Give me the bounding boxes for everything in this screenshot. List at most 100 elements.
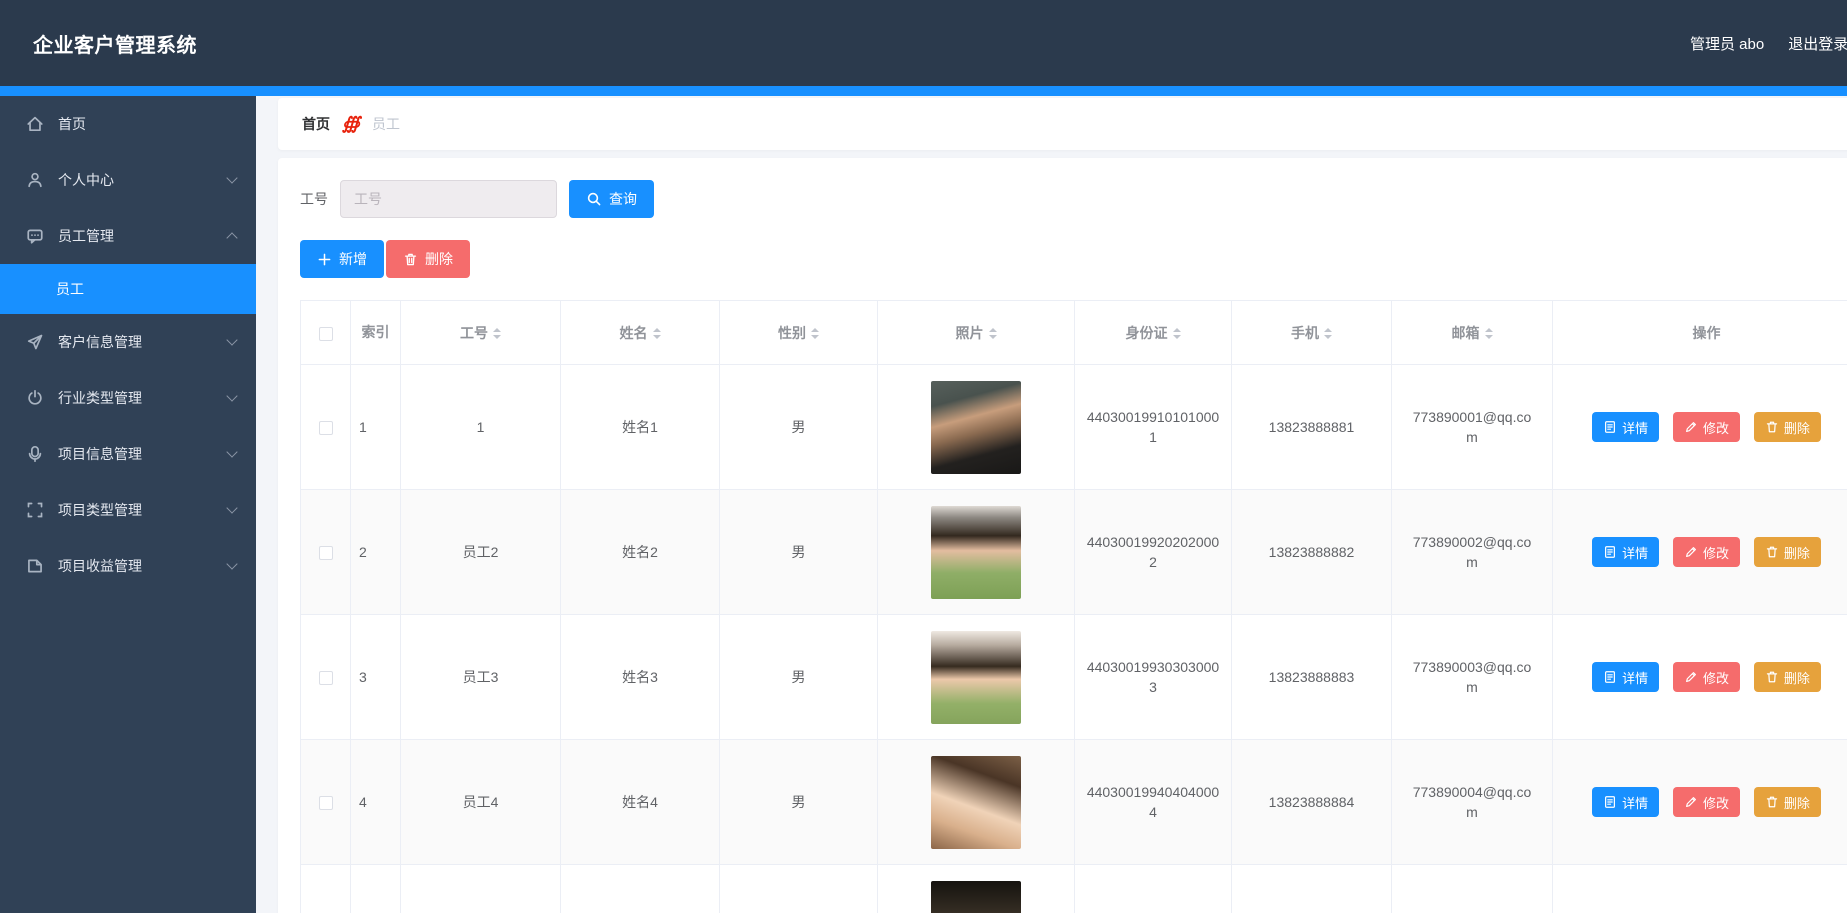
edit-button[interactable]: 修改: [1672, 412, 1740, 442]
row-checkbox[interactable]: [318, 546, 333, 561]
sort-icon[interactable]: [988, 328, 997, 340]
user-icon: [26, 171, 44, 189]
col-header-actions: 操作: [1552, 300, 1847, 365]
sort-icon[interactable]: [1172, 328, 1181, 340]
detail-button[interactable]: 详情: [1592, 537, 1660, 567]
sidebar-subitem-label: 员工: [56, 281, 84, 297]
sidebar-item-project-income[interactable]: 项目收益管理: [0, 538, 256, 594]
sidebar-item-label: 项目类型管理: [58, 502, 142, 518]
cell-empno: 员工4: [400, 739, 561, 865]
col-header-photo[interactable]: 照片: [877, 300, 1075, 365]
detail-button[interactable]: 详情: [1592, 412, 1660, 442]
breadcrumb-home[interactable]: 首页: [302, 114, 330, 134]
cell-gender: 男: [719, 739, 878, 865]
cell-idcard: 440300199404040004: [1074, 739, 1232, 865]
col-header-idcard[interactable]: 身份证: [1074, 300, 1232, 365]
chevron-down-icon: [226, 334, 238, 346]
col-header-empno[interactable]: 工号: [400, 300, 561, 365]
home-icon: [26, 115, 44, 133]
sort-icon[interactable]: [1324, 328, 1332, 340]
current-user[interactable]: 管理员 abo: [1690, 33, 1764, 54]
sidebar-item-label: 项目收益管理: [58, 558, 142, 574]
cell-photo: [877, 864, 1075, 913]
detail-button[interactable]: 详情: [1592, 787, 1660, 817]
tag-icon: [26, 557, 44, 575]
cell-gender: 男: [719, 489, 878, 615]
main-content: 首页 ∰ 员工 工号 查询: [256, 96, 1847, 913]
cell-index: 1: [350, 364, 401, 490]
cell-actions: [1552, 864, 1847, 913]
sidebar-item-project-info[interactable]: 项目信息管理: [0, 426, 256, 482]
sidebar-item-profile[interactable]: 个人中心: [0, 152, 256, 208]
edit-button[interactable]: 修改: [1672, 787, 1740, 817]
select-all-checkbox[interactable]: [318, 326, 333, 341]
add-button[interactable]: 新增: [300, 240, 384, 278]
cell-actions: 详情 修改 删除: [1552, 739, 1847, 865]
table-row: 2 员工2 姓名2 男 440300199202020002 138238888…: [300, 489, 1847, 615]
sidebar-item-customer-info[interactable]: 客户信息管理: [0, 314, 256, 370]
sidebar-item-home[interactable]: 首页: [0, 96, 256, 152]
sort-icon[interactable]: [652, 328, 661, 340]
logout-link[interactable]: 退出登录: [1788, 33, 1847, 54]
col-header-phone[interactable]: 手机: [1231, 300, 1392, 365]
chevron-down-icon: [226, 172, 238, 184]
edit-button[interactable]: 修改: [1672, 662, 1740, 692]
sort-icon[interactable]: [1484, 328, 1493, 340]
row-delete-button[interactable]: 删除: [1753, 412, 1821, 442]
chat-icon: [26, 227, 44, 245]
table-row: 3 员工3 姓名3 男 440300199303030003 138238888…: [300, 614, 1847, 740]
search-bar: 工号 查询: [300, 180, 1847, 218]
chevron-down-icon: [226, 558, 238, 570]
bulk-delete-button[interactable]: 删除: [386, 240, 470, 278]
empno-input[interactable]: [340, 180, 557, 218]
mic-icon: [26, 445, 44, 463]
col-header-email[interactable]: 邮箱: [1391, 300, 1553, 365]
detail-button[interactable]: 详情: [1592, 662, 1660, 692]
sidebar-item-project-type[interactable]: 项目类型管理: [0, 482, 256, 538]
cell-email: 773890003@qq.com: [1391, 614, 1553, 740]
cell-name: 姓名2: [560, 489, 720, 615]
cell-gender: 男: [719, 364, 878, 490]
sidebar-item-employee-mgmt[interactable]: 员工管理: [0, 208, 256, 264]
employee-photo: [931, 755, 1021, 849]
cell-photo: [877, 739, 1075, 865]
edit-button[interactable]: 修改: [1672, 537, 1740, 567]
sidebar-item-industry-type[interactable]: 行业类型管理: [0, 370, 256, 426]
table-row: 1 1 姓名1 男 440300199101010001 13823888881…: [300, 364, 1847, 490]
send-icon: [26, 333, 44, 351]
cell-idcard: 440300199303030003: [1074, 614, 1232, 740]
cell-photo: [877, 614, 1075, 740]
accent-bar: [0, 86, 1847, 96]
cell-name: 姓名1: [560, 364, 720, 490]
sidebar-item-label: 行业类型管理: [58, 390, 142, 406]
cell-index: 3: [350, 614, 401, 740]
row-delete-button[interactable]: 删除: [1753, 537, 1821, 567]
row-checkbox[interactable]: [318, 671, 333, 686]
col-header-gender[interactable]: 性别: [719, 300, 878, 365]
table-row: [300, 864, 1847, 913]
cell-empno: 员工3: [400, 614, 561, 740]
cell-empno: 1: [400, 364, 561, 490]
cell-name: [560, 864, 720, 913]
sidebar-subitem-employee[interactable]: 员工: [0, 264, 256, 314]
col-header-name[interactable]: 姓名: [560, 300, 720, 365]
chevron-down-icon: [226, 390, 238, 402]
sort-icon[interactable]: [493, 328, 501, 340]
table-toolbar: 新增 删除: [300, 240, 1847, 278]
empno-label: 工号: [300, 191, 328, 207]
cell-empno: [400, 864, 561, 913]
cell-phone: 13823888883: [1231, 614, 1392, 740]
cell-actions: 详情 修改 删除: [1552, 489, 1847, 615]
cell-phone: 13823888884: [1231, 739, 1392, 865]
sort-icon[interactable]: [811, 328, 819, 340]
row-checkbox[interactable]: [318, 421, 333, 436]
query-button[interactable]: 查询: [569, 180, 654, 218]
cell-empno: 员工2: [400, 489, 561, 615]
breadcrumb-separator-icon: ∰: [342, 114, 360, 134]
cell-gender: 男: [719, 614, 878, 740]
employee-photo: [931, 380, 1021, 474]
cell-phone: 13823888882: [1231, 489, 1392, 615]
row-delete-button[interactable]: 删除: [1753, 787, 1821, 817]
row-delete-button[interactable]: 删除: [1753, 662, 1821, 692]
row-checkbox[interactable]: [318, 796, 333, 811]
